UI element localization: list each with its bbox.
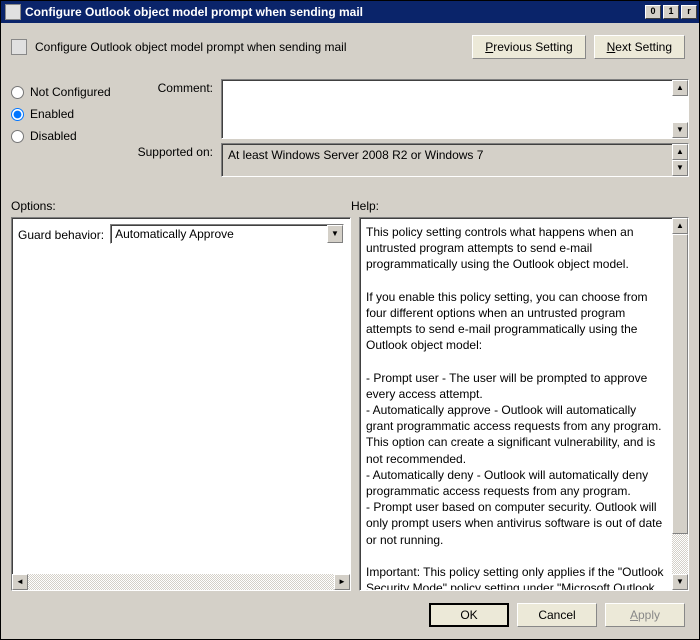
supported-field: At least Windows Server 2008 R2 or Windo… xyxy=(221,143,689,177)
scroll-left-icon[interactable]: ◄ xyxy=(12,574,28,590)
radio-not-configured[interactable]: Not Configured xyxy=(11,85,126,99)
options-pane: Guard behavior: Automatically Approve ▼ … xyxy=(11,217,351,591)
app-icon xyxy=(5,4,21,20)
scroll-down-icon[interactable]: ▼ xyxy=(672,574,688,590)
chevron-down-icon[interactable]: ▼ xyxy=(327,225,343,243)
apply-button[interactable]: Apply xyxy=(605,603,685,627)
guard-behavior-dropdown[interactable]: Automatically Approve ▼ xyxy=(110,224,344,244)
options-heading: Options: xyxy=(11,199,351,213)
comment-label: Comment: xyxy=(126,79,221,95)
previous-setting-button[interactable]: Previous Setting xyxy=(472,35,585,59)
close-button[interactable]: r xyxy=(681,5,697,19)
header: Configure Outlook object model prompt wh… xyxy=(11,31,689,71)
ok-button[interactable]: OK xyxy=(429,603,509,627)
scroll-right-icon[interactable]: ► xyxy=(334,574,350,590)
state-radios: Not Configured Enabled Disabled xyxy=(11,75,126,151)
radio-not-configured-input[interactable] xyxy=(11,86,24,99)
help-text: This policy setting controls what happen… xyxy=(360,218,688,590)
supported-label: Supported on: xyxy=(126,143,221,159)
scroll-thumb[interactable] xyxy=(672,234,688,534)
scroll-up-icon[interactable]: ▲ xyxy=(672,218,688,234)
radio-disabled-input[interactable] xyxy=(11,130,24,143)
radio-enabled-input[interactable] xyxy=(11,108,24,121)
help-heading: Help: xyxy=(351,199,379,213)
scroll-down-icon[interactable]: ▼ xyxy=(672,160,688,176)
help-vscrollbar[interactable]: ▲ ▼ xyxy=(672,218,688,590)
help-pane: This policy setting controls what happen… xyxy=(359,217,689,591)
guard-behavior-value: Automatically Approve xyxy=(115,226,327,242)
titlebar[interactable]: Configure Outlook object model prompt wh… xyxy=(1,1,699,23)
guard-behavior-label: Guard behavior: xyxy=(18,224,104,243)
policy-icon xyxy=(11,39,27,55)
footer: OK Cancel Apply xyxy=(11,591,689,631)
scroll-up-icon[interactable]: ▲ xyxy=(672,144,688,160)
window-title: Configure Outlook object model prompt wh… xyxy=(25,5,643,19)
minimize-button[interactable]: 0 xyxy=(645,5,661,19)
next-setting-button[interactable]: Next Setting xyxy=(594,35,685,59)
radio-not-configured-label: Not Configured xyxy=(30,85,111,99)
scroll-down-icon[interactable]: ▼ xyxy=(672,122,688,138)
radio-enabled-label: Enabled xyxy=(30,107,74,121)
radio-disabled[interactable]: Disabled xyxy=(11,129,126,143)
comment-field[interactable]: ▲ ▼ xyxy=(221,79,689,139)
radio-disabled-label: Disabled xyxy=(30,129,77,143)
supported-value: At least Windows Server 2008 R2 or Windo… xyxy=(228,148,483,162)
scroll-up-icon[interactable]: ▲ xyxy=(672,80,688,96)
radio-enabled[interactable]: Enabled xyxy=(11,107,126,121)
options-hscrollbar[interactable]: ◄ ► xyxy=(12,574,350,590)
cancel-button[interactable]: Cancel xyxy=(517,603,597,627)
maximize-button[interactable]: 1 xyxy=(663,5,679,19)
policy-title: Configure Outlook object model prompt wh… xyxy=(35,40,472,54)
